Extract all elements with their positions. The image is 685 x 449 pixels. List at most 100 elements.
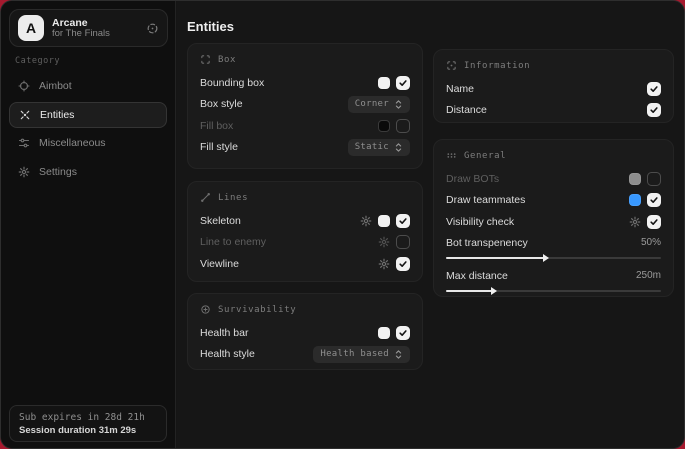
box-corners-icon <box>200 54 211 65</box>
visibility-check-checkbox[interactable] <box>647 215 661 229</box>
box-style-dropdown[interactable]: Corner <box>348 96 410 113</box>
line-to-enemy-checkbox[interactable] <box>396 235 410 249</box>
bounding-box-checkbox[interactable] <box>396 76 410 90</box>
max-distance-slider[interactable] <box>446 287 661 295</box>
draw-bots-color-swatch[interactable] <box>629 173 641 185</box>
session-duration-text: Session duration 31m 29s <box>19 425 157 436</box>
section-title: Lines <box>218 193 248 203</box>
setting-label: Line to enemy <box>200 236 266 248</box>
bot-transparency-value: 50% <box>641 237 661 248</box>
setting-label: Name <box>446 83 474 95</box>
setting-row-line-to-enemy: Line to enemy <box>200 232 410 254</box>
section-lines: Lines Skeleton Line to enemy <box>187 181 423 282</box>
section-survivability: Survivability Health bar Health style He… <box>187 293 423 370</box>
chevron-up-down-icon <box>394 349 403 360</box>
crosshair-icon <box>18 80 30 92</box>
line-to-enemy-gear-icon[interactable] <box>378 236 390 248</box>
skeleton-checkbox[interactable] <box>396 214 410 228</box>
line-icon <box>200 192 211 203</box>
sidebar-nav: Aimbot Entities Miscellaneous Settings <box>9 73 167 187</box>
setting-label: Viewline <box>200 258 239 270</box>
viewline-gear-icon[interactable] <box>378 258 390 270</box>
section-title: Survivability <box>218 305 296 315</box>
health-bar-color-swatch[interactable] <box>378 327 390 339</box>
setting-label: Fill style <box>200 141 238 153</box>
app-header-card: A Arcane for The Finals <box>9 9 168 47</box>
setting-row-skeleton: Skeleton <box>200 210 410 232</box>
setting-row-name: Name <box>446 78 661 100</box>
setting-row-viewline: Viewline <box>200 253 410 275</box>
sidebar-item-entities[interactable]: Entities <box>9 102 167 128</box>
gear-icon <box>18 166 30 178</box>
main-panel: Entities Box Bounding box Box style Co <box>177 1 684 448</box>
draw-teammates-checkbox[interactable] <box>647 193 661 207</box>
max-distance-group: Max distance 250m <box>446 268 661 295</box>
section-title: Box <box>218 55 236 65</box>
setting-row-health-style: Health style Health based <box>200 344 410 366</box>
name-checkbox[interactable] <box>647 82 661 96</box>
setting-label: Box style <box>200 98 243 110</box>
setting-label: Distance <box>446 104 487 116</box>
sidebar-item-label: Miscellaneous <box>39 137 106 149</box>
setting-row-fill-style: Fill style Static <box>200 137 410 159</box>
setting-label: Visibility check <box>446 216 514 228</box>
grid-dots-icon <box>446 150 457 161</box>
setting-label: Bounding box <box>200 77 264 89</box>
draw-bots-checkbox[interactable] <box>647 172 661 186</box>
fill-box-color-swatch[interactable] <box>378 120 390 132</box>
setting-row-health-bar: Health bar <box>200 322 410 344</box>
dropdown-value: Static <box>355 142 389 152</box>
entities-icon <box>19 109 31 121</box>
section-box: Box Bounding box Box style Corner <box>187 43 423 169</box>
distance-checkbox[interactable] <box>647 103 661 117</box>
dropdown-value: Corner <box>355 99 389 109</box>
chevron-up-down-icon <box>394 142 403 153</box>
chevron-up-down-icon <box>394 99 403 110</box>
survivability-icon <box>200 304 211 315</box>
section-title: Information <box>464 61 530 71</box>
sidebar-item-label: Settings <box>39 166 77 178</box>
app-logo: A <box>18 15 44 41</box>
setting-label: Skeleton <box>200 215 241 227</box>
bot-transparency-slider[interactable] <box>446 254 661 262</box>
section-information: Information Name Distance <box>433 49 674 123</box>
app-window: A Arcane for The Finals Category Aimbot … <box>0 0 685 449</box>
app-subtitle: for The Finals <box>52 29 138 40</box>
category-label: Category <box>15 56 60 66</box>
setting-row-draw-teammates: Draw teammates <box>446 190 661 212</box>
fill-box-checkbox[interactable] <box>396 119 410 133</box>
sidebar-item-settings[interactable]: Settings <box>9 159 167 185</box>
sidebar-item-label: Aimbot <box>39 80 72 92</box>
setting-label: Fill box <box>200 120 233 132</box>
setting-label: Bot transpenency <box>446 237 528 249</box>
setting-label: Draw teammates <box>446 194 525 206</box>
app-name: Arcane <box>52 17 138 29</box>
setting-row-visibility-check: Visibility check <box>446 211 661 233</box>
viewline-checkbox[interactable] <box>396 257 410 271</box>
health-style-dropdown[interactable]: Health based <box>313 346 410 363</box>
skeleton-gear-icon[interactable] <box>360 215 372 227</box>
setting-label: Draw BOTs <box>446 173 499 185</box>
visibility-check-gear-icon[interactable] <box>629 216 641 228</box>
dropdown-value: Health based <box>320 349 389 359</box>
sidebar-item-miscellaneous[interactable]: Miscellaneous <box>9 130 167 156</box>
sidebar-item-label: Entities <box>40 109 74 121</box>
setting-row-bounding-box: Bounding box <box>200 72 410 94</box>
fill-style-dropdown[interactable]: Static <box>348 139 410 156</box>
max-distance-value: 250m <box>636 270 661 281</box>
setting-label: Health bar <box>200 327 248 339</box>
sidebar-item-aimbot[interactable]: Aimbot <box>9 73 167 99</box>
draw-teammates-color-swatch[interactable] <box>629 194 641 206</box>
information-icon <box>446 60 457 71</box>
sliders-icon <box>18 137 30 149</box>
setting-row-draw-bots: Draw BOTs <box>446 168 661 190</box>
subscription-info-card: Sub expires in 28d 21h Session duration … <box>9 405 167 442</box>
skeleton-color-swatch[interactable] <box>378 215 390 227</box>
bounding-box-color-swatch[interactable] <box>378 77 390 89</box>
health-bar-checkbox[interactable] <box>396 326 410 340</box>
setting-label: Health style <box>200 348 255 360</box>
sidebar: A Arcane for The Finals Category Aimbot … <box>1 1 176 448</box>
section-general: General Draw BOTs Draw teammates Visibil… <box>433 139 674 297</box>
refresh-icon[interactable] <box>146 22 159 35</box>
bot-transparency-group: Bot transpenency 50% <box>446 235 661 262</box>
